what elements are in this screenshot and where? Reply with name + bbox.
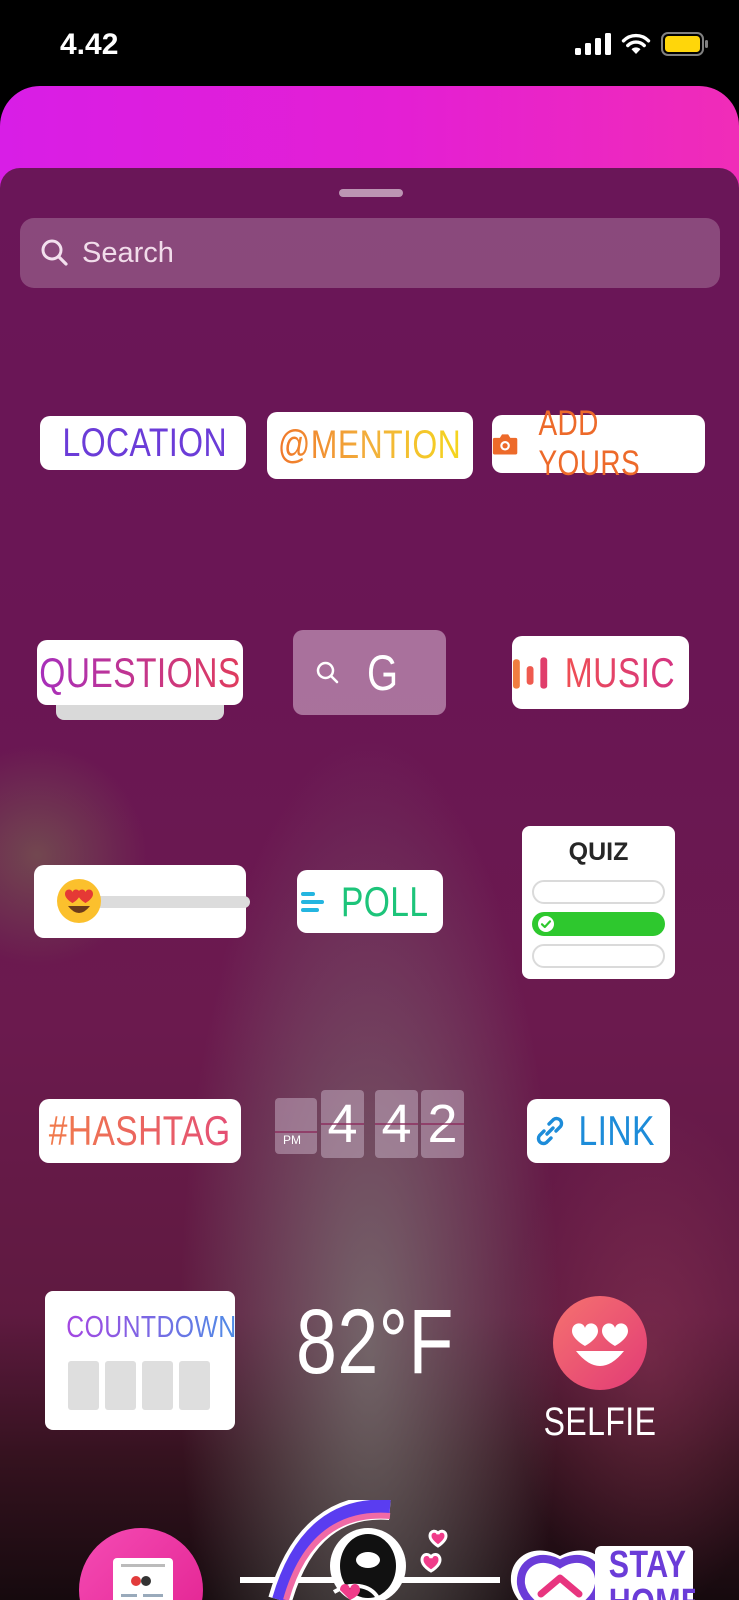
time-ampm-panel: PM bbox=[275, 1098, 317, 1154]
rainbow-e-icon bbox=[240, 1495, 500, 1600]
gif-letter: G bbox=[366, 645, 399, 701]
status-bar: 4.42 bbox=[0, 0, 739, 90]
sheet-grabber[interactable] bbox=[339, 189, 403, 197]
status-icons bbox=[575, 32, 709, 56]
search-bar[interactable] bbox=[20, 218, 720, 288]
countdown-box bbox=[68, 1361, 99, 1410]
add-yours-sticker[interactable]: ADD YOURS bbox=[492, 404, 705, 483]
music-label: MUSIC bbox=[564, 648, 676, 696]
link-label: LINK bbox=[578, 1107, 655, 1154]
questions-label: QUESTIONS bbox=[39, 648, 241, 696]
poll-lines-icon bbox=[301, 891, 325, 912]
weather-sticker[interactable]: 82°F bbox=[278, 1290, 458, 1405]
rainbow-sticker[interactable] bbox=[240, 1495, 500, 1600]
add-yours-label: ADD YOURS bbox=[538, 404, 641, 483]
countdown-sticker[interactable]: COUNTDOWN bbox=[45, 1291, 237, 1430]
wifi-icon bbox=[621, 33, 651, 54]
music-bars-icon bbox=[512, 656, 548, 689]
time-minute-digit: 2 bbox=[421, 1090, 464, 1158]
countdown-box bbox=[105, 1361, 136, 1410]
stay-home-label: STAY HOME bbox=[608, 1546, 695, 1600]
mention-sticker[interactable]: @MENTION bbox=[267, 412, 473, 479]
quiz-option-correct bbox=[532, 912, 665, 936]
location-label: LOCATION bbox=[62, 420, 228, 465]
search-input[interactable] bbox=[82, 218, 682, 288]
time-minute-digit: 4 bbox=[375, 1090, 418, 1158]
check-circle-icon bbox=[538, 916, 554, 932]
time-ampm: PM bbox=[283, 1133, 301, 1147]
stay-home-sticker[interactable]: STAY HOME bbox=[505, 1546, 695, 1600]
battery-icon bbox=[661, 32, 708, 56]
poll-sticker[interactable]: POLL bbox=[297, 870, 443, 933]
quiz-option bbox=[532, 944, 665, 968]
emoji-slider-sticker[interactable] bbox=[34, 865, 250, 938]
stay-home-plate: STAY HOME bbox=[595, 1546, 695, 1600]
mention-label: @MENTION bbox=[278, 423, 462, 467]
link-sticker[interactable]: LINK bbox=[527, 1099, 670, 1163]
link-icon bbox=[536, 1116, 563, 1146]
temperature-label: 82°F bbox=[296, 1291, 454, 1393]
quiz-sticker[interactable]: QUIZ bbox=[522, 826, 675, 979]
location-sticker[interactable]: LOCATION bbox=[40, 416, 246, 470]
countdown-box bbox=[179, 1361, 210, 1410]
camera-icon bbox=[492, 434, 518, 455]
search-icon bbox=[41, 239, 68, 266]
photo-thumbnail bbox=[113, 1558, 173, 1600]
heart-eyes-emoji-icon bbox=[57, 879, 101, 923]
emoji-slider-track bbox=[84, 896, 250, 908]
poll-label: POLL bbox=[341, 877, 429, 925]
selfie-emoji-icon bbox=[553, 1296, 647, 1390]
selfie-sticker[interactable]: SELFIE bbox=[520, 1290, 680, 1450]
hashtag-label: #HASHTAG bbox=[49, 1107, 231, 1154]
gif-search-icon bbox=[316, 661, 339, 684]
music-sticker[interactable]: MUSIC bbox=[512, 636, 689, 709]
questions-sticker[interactable]: QUESTIONS bbox=[37, 640, 243, 705]
status-time: 4.42 bbox=[60, 28, 119, 61]
selfie-label: SELFIE bbox=[543, 1400, 657, 1444]
time-hour-digit: 4 bbox=[321, 1090, 364, 1158]
quiz-title: QUIZ bbox=[568, 838, 629, 866]
gif-search-sticker[interactable]: G bbox=[293, 630, 446, 715]
countdown-label: COUNTDOWN bbox=[66, 1309, 237, 1344]
quiz-option bbox=[532, 880, 665, 904]
countdown-box bbox=[142, 1361, 173, 1410]
signal-icon bbox=[575, 33, 611, 55]
hashtag-sticker[interactable]: #HASHTAG bbox=[39, 1099, 241, 1163]
